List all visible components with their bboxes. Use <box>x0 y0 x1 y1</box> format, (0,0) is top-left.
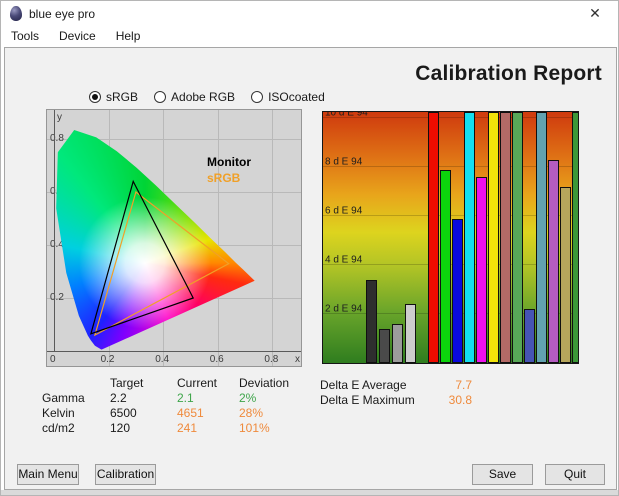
radio-circle-icon <box>251 91 263 103</box>
delta-e-bar-cyan <box>464 112 475 363</box>
delta-e-value: 7.7 <box>430 378 472 392</box>
quit-button[interactable]: Quit <box>545 464 605 485</box>
delta-e-bar-medium-green <box>512 112 523 363</box>
delta-e-bar-red <box>428 112 439 363</box>
menu-item-tools[interactable]: Tools <box>1 26 49 47</box>
delta-e-label: Delta E Maximum <box>320 393 430 407</box>
calibration-results-table: TargetCurrentDeviationGamma2.22.12%Kelvi… <box>42 376 309 436</box>
row-label: cd/m2 <box>42 421 110 435</box>
row-label: Kelvin <box>42 406 110 420</box>
table-header: Deviation <box>239 376 309 390</box>
bar-y-tick-label: 4 d E 94 <box>325 255 362 266</box>
delta-e-summary: Delta E Average7.7Delta E Maximum30.8 <box>320 378 472 408</box>
deviation-value: 101% <box>239 421 309 435</box>
menu-item-device[interactable]: Device <box>49 26 106 47</box>
current-value: 241 <box>177 421 239 435</box>
radio-label: sRGB <box>106 90 138 104</box>
delta-e-bar-slate-blue <box>524 309 535 363</box>
bar-y-tick-label: 6 d E 94 <box>325 206 362 217</box>
radio-adobe-rgb[interactable]: Adobe RGB <box>154 90 235 104</box>
radio-label: ISOcoated <box>268 90 325 104</box>
table-row: Gamma2.22.12% <box>42 391 309 406</box>
title-bar: blue eye pro ✕ <box>1 1 618 26</box>
deviation-value: 28% <box>239 406 309 420</box>
delta-e-row: Delta E Average7.7 <box>320 378 472 393</box>
app-window: blue eye pro ✕ ToolsDeviceHelp sRGB Adobe… <box>0 0 619 496</box>
radio-circle-icon <box>89 91 101 103</box>
deviation-value: 2% <box>239 391 309 405</box>
legend-srgb-label: sRGB <box>207 171 240 185</box>
delta-e-bar-dark-khaki <box>560 187 571 363</box>
delta-e-bar-chart: 2 d E 94 4 d E 94 6 d E 94 8 d E 94 10 d E 9… <box>322 111 579 364</box>
page-title: Calibration Report <box>415 62 602 86</box>
delta-e-value: 30.8 <box>430 393 472 407</box>
delta-e-bar-forest-green <box>572 112 579 363</box>
radio-label: Adobe RGB <box>171 90 235 104</box>
radio-srgb[interactable]: sRGB <box>89 90 138 104</box>
window-title: blue eye pro <box>29 7 95 21</box>
delta-e-row: Delta E Maximum30.8 <box>320 393 472 408</box>
color-space-radio-group: sRGB Adobe RGB ISOcoated <box>89 90 341 106</box>
delta-e-bar-steel-teal <box>536 112 547 363</box>
delta-e-bar-light-gray <box>405 304 416 363</box>
legend-monitor-label: Monitor <box>207 155 251 169</box>
target-value: 6500 <box>110 406 177 420</box>
row-label: Gamma <box>42 391 110 405</box>
table-header: Target <box>110 376 177 390</box>
app-egg-icon <box>10 6 22 21</box>
table-header-row: TargetCurrentDeviation <box>42 376 309 391</box>
save-button[interactable]: Save <box>472 464 533 485</box>
delta-e-bar-dark-gray <box>379 329 390 363</box>
menu-bar: ToolsDeviceHelp <box>1 26 618 47</box>
calibration-button[interactable]: Calibration <box>95 464 156 485</box>
current-value: 4651 <box>177 406 239 420</box>
menu-item-help[interactable]: Help <box>106 26 151 47</box>
delta-e-bar-orchid <box>548 160 559 363</box>
delta-e-bar-gray <box>392 324 403 363</box>
table-row: cd/m2120241101% <box>42 421 309 436</box>
delta-e-bar-magenta <box>476 177 487 363</box>
main-menu-button[interactable]: Main Menu <box>17 464 79 485</box>
radio-circle-icon <box>154 91 166 103</box>
current-value: 2.1 <box>177 391 239 405</box>
delta-e-bar-black <box>366 280 377 363</box>
delta-e-bar-green <box>440 170 451 363</box>
target-value: 2.2 <box>110 391 177 405</box>
bar-y-tick-label: 8 d E 94 <box>325 157 362 168</box>
cie-legend: Monitor sRGB <box>47 110 302 367</box>
cie-chromaticity-chart: 00.20.40.60.80.20.40.60.8yx Monitor sRGB <box>46 109 302 367</box>
table-row: Kelvin6500465128% <box>42 406 309 421</box>
delta-e-bar-rosy-brown <box>500 112 511 363</box>
table-header: Current <box>177 376 239 390</box>
bar-y-tick-label: 2 d E 94 <box>325 304 362 315</box>
delta-e-bar-yellow <box>488 112 499 363</box>
window-bottom-strip <box>1 490 618 496</box>
delta-e-bar-blue <box>452 219 463 363</box>
bar-y-tick-label: 10 d E 94 <box>325 111 368 119</box>
content-panel: sRGB Adobe RGB ISOcoated Calibration Repor… <box>4 47 617 490</box>
radio-isocoated[interactable]: ISOcoated <box>251 90 325 104</box>
close-icon[interactable]: ✕ <box>580 3 610 24</box>
target-value: 120 <box>110 421 177 435</box>
delta-e-label: Delta E Average <box>320 378 430 392</box>
